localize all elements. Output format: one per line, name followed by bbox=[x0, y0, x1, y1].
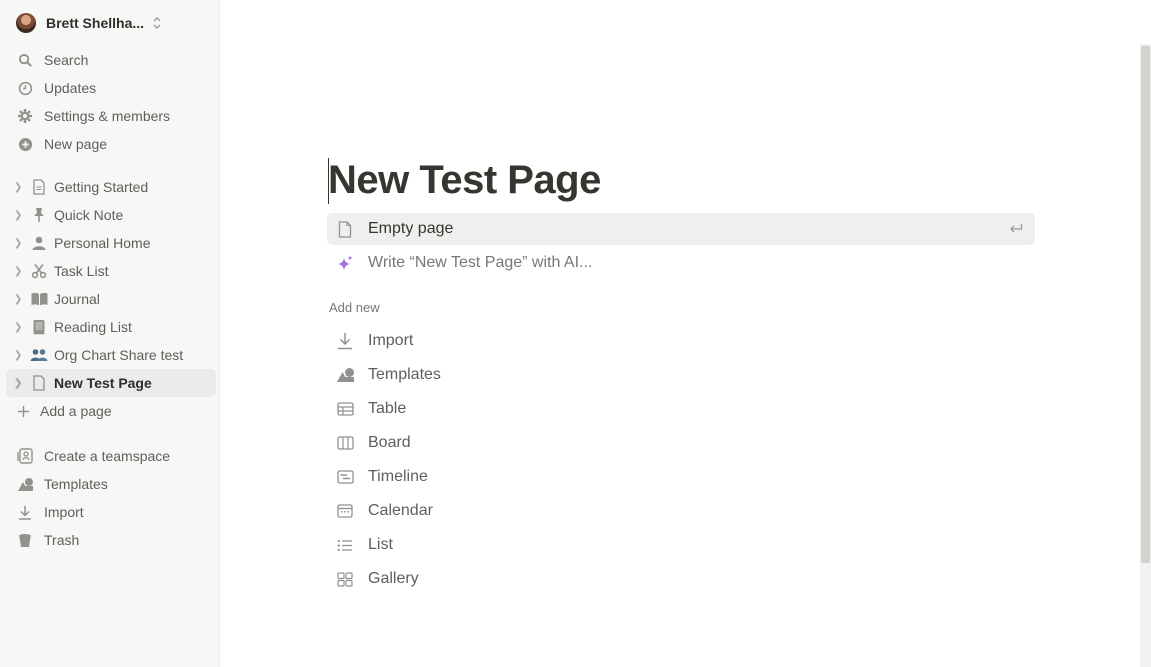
trash-icon bbox=[16, 531, 34, 549]
document-icon bbox=[30, 178, 48, 196]
sidebar-item-label: Quick Note bbox=[54, 207, 124, 223]
add-new-label: Timeline bbox=[368, 468, 428, 485]
sidebar-item-label: Trash bbox=[44, 532, 80, 548]
sidebar-item-search[interactable]: Search bbox=[6, 46, 216, 74]
add-new-calendar[interactable]: Calendar bbox=[327, 496, 627, 526]
sidebar-item-label: Reading List bbox=[54, 319, 132, 335]
sidebar-item-label: Updates bbox=[44, 80, 97, 96]
document-icon bbox=[30, 374, 48, 392]
chevron-right-icon[interactable]: ❯ bbox=[14, 350, 26, 361]
timeline-icon bbox=[335, 467, 355, 487]
clock-icon bbox=[16, 79, 34, 97]
download-icon bbox=[335, 331, 355, 351]
sidebar-item-label: Import bbox=[44, 504, 84, 520]
sidebar-item-trash[interactable]: Trash bbox=[6, 526, 216, 554]
sidebar: Brett Shellha... Search Updates Settings… bbox=[0, 0, 220, 667]
add-new-label: Gallery bbox=[368, 570, 419, 587]
chevron-right-icon[interactable]: ❯ bbox=[14, 238, 26, 249]
sidebar-item-label: Personal Home bbox=[54, 235, 151, 251]
chevron-updown-icon bbox=[152, 16, 162, 30]
calendar-icon bbox=[335, 501, 355, 521]
chevron-right-icon[interactable]: ❯ bbox=[14, 294, 26, 305]
sidebar-item-updates[interactable]: Updates bbox=[6, 74, 216, 102]
sidebar-item-label: Create a teamspace bbox=[44, 448, 171, 464]
plus-circle-icon bbox=[16, 135, 34, 153]
books-icon bbox=[30, 318, 48, 336]
add-new-templates[interactable]: Templates bbox=[327, 360, 627, 390]
chevron-right-icon[interactable]: ❯ bbox=[14, 210, 26, 221]
sidebar-item-label: Getting Started bbox=[54, 179, 149, 195]
document-icon bbox=[335, 219, 355, 239]
shapes-icon bbox=[335, 365, 355, 385]
enter-key-icon bbox=[1009, 221, 1023, 237]
add-page-button[interactable]: Add a page bbox=[6, 397, 216, 425]
sidebar-item-label: New Test Page bbox=[54, 375, 152, 391]
add-new-gallery[interactable]: Gallery bbox=[327, 564, 627, 594]
add-new-import[interactable]: Import bbox=[327, 326, 627, 356]
add-new-label: Table bbox=[368, 400, 407, 417]
book-icon bbox=[30, 290, 48, 308]
add-new-board[interactable]: Board bbox=[327, 428, 627, 458]
people-icon bbox=[30, 346, 48, 364]
table-icon bbox=[335, 399, 355, 419]
sidebar-item-create-teamspace[interactable]: Create a teamspace bbox=[6, 442, 216, 470]
sidebar-page-getting-started[interactable]: ❯ Getting Started bbox=[6, 173, 216, 201]
gallery-icon bbox=[335, 569, 355, 589]
sidebar-item-label: Settings & members bbox=[44, 108, 171, 124]
sparkle-icon bbox=[335, 253, 355, 273]
sidebar-item-templates[interactable]: Templates bbox=[6, 470, 216, 498]
sidebar-item-new-page[interactable]: New page bbox=[6, 130, 216, 158]
sidebar-item-label: Templates bbox=[44, 476, 108, 492]
download-icon bbox=[16, 503, 34, 521]
sidebar-page-new-test-page[interactable]: ❯ New Test Page bbox=[6, 369, 216, 397]
sidebar-page-reading-list[interactable]: ❯ Reading List bbox=[6, 313, 216, 341]
sidebar-item-label: Org Chart Share test bbox=[54, 347, 184, 363]
option-label: Write “New Test Page” with AI... bbox=[368, 254, 593, 271]
add-new-label: Templates bbox=[368, 366, 441, 383]
sidebar-item-label: New page bbox=[44, 136, 108, 152]
empty-page-option[interactable]: Empty page bbox=[327, 213, 1035, 245]
add-new-heading: Add new bbox=[329, 300, 380, 315]
sidebar-page-task-list[interactable]: ❯ Task List bbox=[6, 257, 216, 285]
add-new-timeline[interactable]: Timeline bbox=[327, 462, 627, 492]
add-new-list[interactable]: List bbox=[327, 530, 627, 560]
sidebar-page-quick-note[interactable]: ❯ Quick Note bbox=[6, 201, 216, 229]
add-new-table[interactable]: Table bbox=[327, 394, 627, 424]
sidebar-item-label: Journal bbox=[54, 291, 100, 307]
board-icon bbox=[335, 433, 355, 453]
add-new-label: Board bbox=[368, 434, 411, 451]
workspace-switcher[interactable]: Brett Shellha... bbox=[10, 9, 210, 37]
add-new-label: Calendar bbox=[368, 502, 433, 519]
avatar bbox=[16, 13, 36, 33]
chevron-right-icon[interactable]: ❯ bbox=[14, 266, 26, 277]
sidebar-page-journal[interactable]: ❯ Journal bbox=[6, 285, 216, 313]
teamspace-icon bbox=[16, 447, 34, 465]
workspace-name: Brett Shellha... bbox=[46, 15, 145, 31]
write-with-ai-option[interactable]: Write “New Test Page” with AI... bbox=[327, 247, 1035, 279]
plus-icon bbox=[14, 402, 32, 420]
add-new-label: List bbox=[368, 536, 393, 553]
sidebar-item-label: Add a page bbox=[40, 403, 112, 419]
gear-icon bbox=[16, 107, 34, 125]
sidebar-item-label: Task List bbox=[54, 263, 109, 279]
shapes-icon bbox=[16, 475, 34, 493]
add-new-label: Import bbox=[368, 332, 414, 349]
chevron-right-icon[interactable]: ❯ bbox=[14, 182, 26, 193]
list-icon bbox=[335, 535, 355, 555]
person-icon bbox=[30, 234, 48, 252]
scrollbar-thumb[interactable] bbox=[1141, 46, 1150, 563]
chevron-right-icon[interactable]: ❯ bbox=[14, 322, 26, 333]
page-title[interactable]: New Test Page bbox=[328, 158, 601, 203]
sidebar-page-personal-home[interactable]: ❯ Personal Home bbox=[6, 229, 216, 257]
scissors-icon bbox=[30, 262, 48, 280]
chevron-right-icon[interactable]: ❯ bbox=[14, 378, 26, 389]
sidebar-item-import[interactable]: Import bbox=[6, 498, 216, 526]
sidebar-page-org-chart[interactable]: ❯ Org Chart Share test bbox=[6, 341, 216, 369]
sidebar-item-label: Search bbox=[44, 52, 89, 68]
pin-icon bbox=[30, 206, 48, 224]
search-icon bbox=[16, 51, 34, 69]
sidebar-item-settings[interactable]: Settings & members bbox=[6, 102, 216, 130]
option-label: Empty page bbox=[368, 220, 454, 237]
